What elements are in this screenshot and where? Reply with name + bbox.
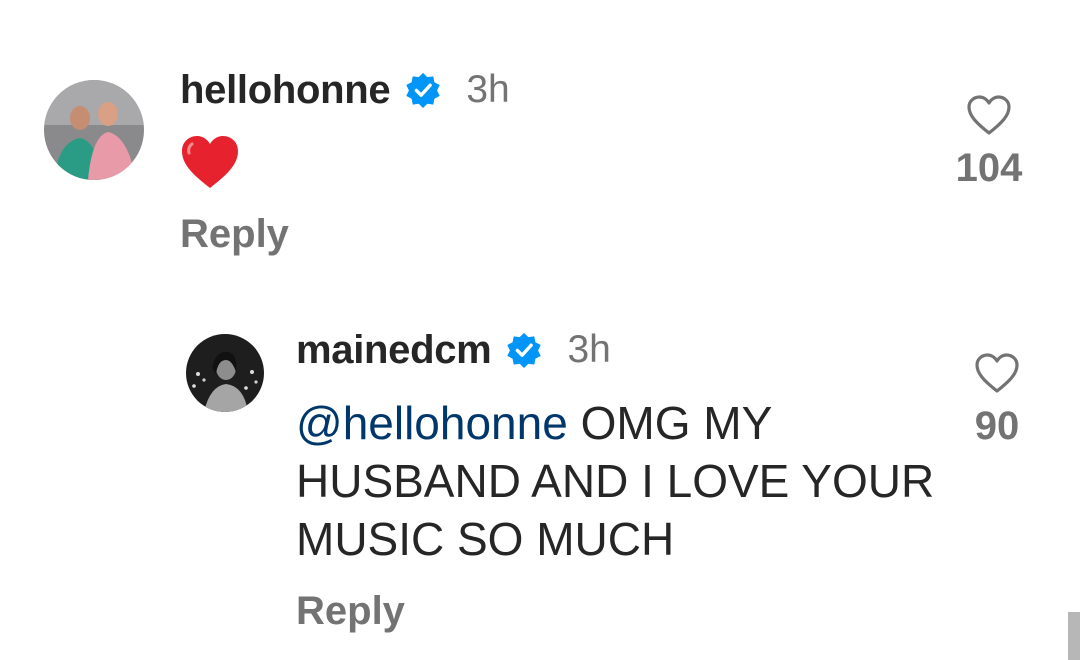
- heart-outline-icon[interactable]: [966, 94, 1012, 136]
- timestamp: 3h: [567, 328, 611, 371]
- avatar-mainedcm[interactable]: [186, 334, 264, 412]
- heart-outline-icon[interactable]: [974, 352, 1020, 394]
- scrollbar[interactable]: [1068, 612, 1080, 660]
- avatar-photo-icon: [44, 80, 144, 180]
- like-count: 104: [955, 146, 1023, 190]
- reply-button[interactable]: Reply: [296, 589, 405, 634]
- like-column: 90: [947, 352, 1047, 449]
- like-column: 104: [939, 94, 1039, 191]
- verified-badge-icon: [404, 71, 442, 109]
- username[interactable]: mainedcm: [296, 328, 492, 373]
- comment-line-3: MUSIC SO MUCH: [296, 513, 675, 565]
- timestamp: 3h: [466, 68, 510, 111]
- comment-text: @hellohonne OMG MY HUSBAND AND I LOVE YO…: [296, 394, 956, 568]
- comment-line-2: HUSBAND AND I LOVE YOUR: [296, 455, 935, 507]
- username[interactable]: hellohonne: [180, 68, 391, 113]
- comment-header: hellohonne 3h: [180, 66, 510, 114]
- avatar-photo-icon: [186, 334, 264, 412]
- comment-line-1: @hellohonne OMG MY: [296, 394, 956, 452]
- comment-text-part: OMG MY: [567, 397, 773, 449]
- red-heart-icon: [180, 134, 240, 195]
- like-count: 90: [974, 404, 1020, 448]
- mention-link[interactable]: @hellohonne: [296, 397, 568, 449]
- avatar-hellohonne[interactable]: [44, 80, 144, 180]
- reply-header: mainedcm 3h: [296, 326, 611, 374]
- reply-button[interactable]: Reply: [180, 212, 289, 257]
- verified-badge-icon: [505, 331, 543, 369]
